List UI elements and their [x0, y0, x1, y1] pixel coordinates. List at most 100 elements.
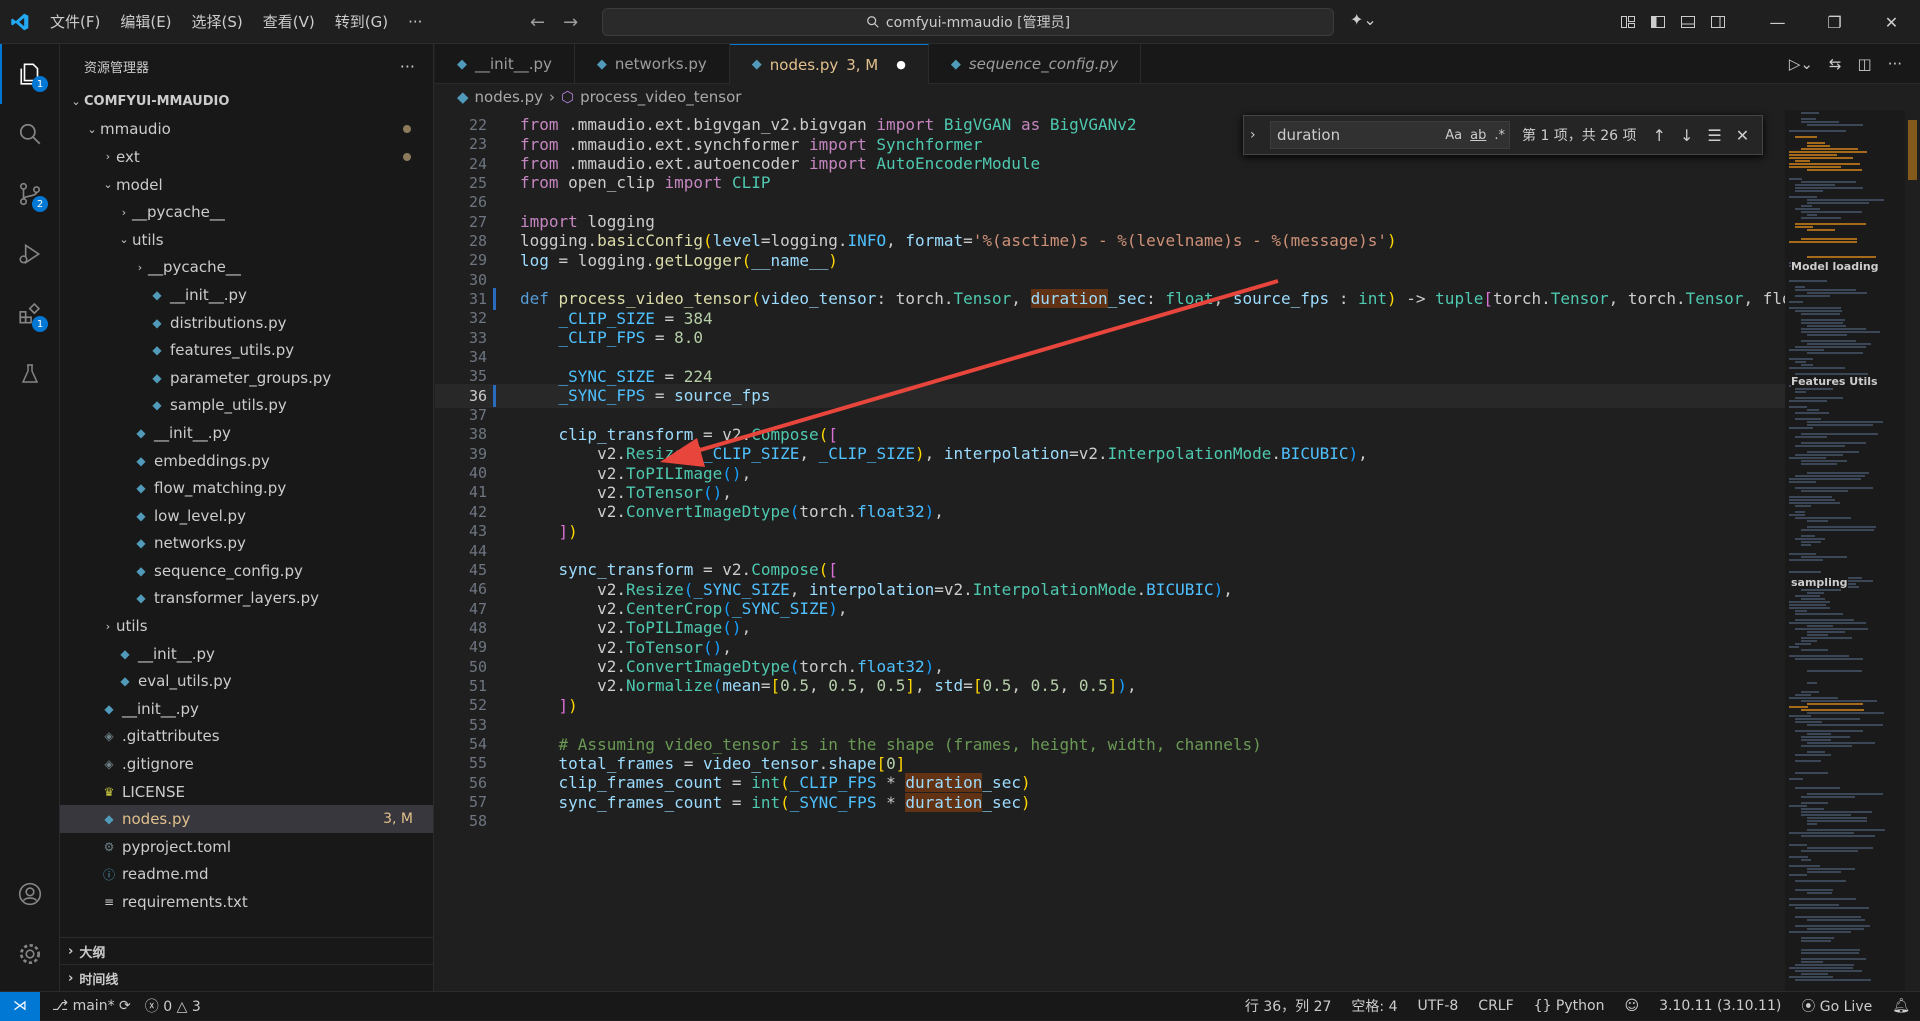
match-word-icon[interactable]: ab: [1470, 128, 1486, 143]
previous-match-icon[interactable]: ↑: [1653, 126, 1666, 145]
file-row[interactable]: ◆ sample_utils.py: [60, 392, 433, 420]
line-number: 39: [468, 444, 487, 463]
indentation[interactable]: 空格: 4: [1351, 996, 1397, 1016]
tab-sequenceconfigpy[interactable]: ◆ sequence_config.py: [929, 44, 1141, 84]
file-row[interactable]: ◆ distributions.py: [60, 309, 433, 337]
folder-row[interactable]: ⌄ utils: [60, 226, 433, 254]
folder-row[interactable]: › __pycache__: [60, 198, 433, 226]
timeline-section[interactable]: › 时间线: [60, 964, 434, 991]
copilot-status-icon[interactable]: ☺: [1624, 998, 1639, 1014]
run-debug-icon[interactable]: [0, 224, 60, 284]
folder-row[interactable]: › ext: [60, 143, 433, 171]
file-row[interactable]: ◆ __init__.py: [60, 419, 433, 447]
source-control-icon[interactable]: 2: [0, 164, 60, 224]
file-row[interactable]: ◆ embeddings.py: [60, 447, 433, 475]
file-row[interactable]: ◆ flow_matching.py: [60, 474, 433, 502]
python-interpreter[interactable]: 3.10.11 (3.10.11): [1659, 998, 1781, 1014]
file-row[interactable]: ♛ LICENSE: [60, 778, 433, 806]
compare-changes-icon[interactable]: ⇆: [1829, 55, 1842, 73]
minimap[interactable]: Model loading Features Utils sampling: [1785, 110, 1905, 991]
vertical-scrollbar[interactable]: [1905, 110, 1920, 991]
manage-gear-icon[interactable]: [0, 924, 60, 984]
folder-row[interactable]: › utils: [60, 612, 433, 640]
customize-layout-icon[interactable]: [1620, 14, 1636, 30]
file-row[interactable]: ◆ sequence_config.py: [60, 557, 433, 585]
file-row[interactable]: ⓘ readme.md: [60, 861, 433, 889]
file-row[interactable]: ◆ __init__.py: [60, 281, 433, 309]
explorer-icon[interactable]: 1: [0, 44, 60, 104]
chevron-down-icon: ⌄: [103, 178, 113, 192]
match-case-icon[interactable]: Aa: [1445, 128, 1462, 143]
search-activity-icon[interactable]: [0, 104, 60, 164]
close-window-icon[interactable]: ✕: [1863, 0, 1920, 44]
restore-icon[interactable]: ❐: [1806, 0, 1863, 44]
menu-item[interactable]: 编辑(E): [110, 0, 181, 44]
cursor-position[interactable]: 行 36，列 27: [1245, 996, 1332, 1016]
tab-nodespy[interactable]: ◆ nodes.py 3, M ●: [729, 44, 929, 84]
folder-row[interactable]: › __pycache__: [60, 254, 433, 282]
file-row[interactable]: ◈ .gitattributes: [60, 723, 433, 751]
menu-item[interactable]: 查看(V): [253, 0, 325, 44]
toggle-panel-icon[interactable]: [1680, 14, 1696, 30]
menu-item[interactable]: 文件(F): [40, 0, 110, 44]
folder-row[interactable]: ⌄ model: [60, 171, 433, 199]
split-editor-icon[interactable]: ◫: [1858, 55, 1872, 73]
more-actions-icon[interactable]: ···: [1888, 55, 1902, 73]
file-row[interactable]: ◆ features_utils.py: [60, 336, 433, 364]
menu-item[interactable]: 转到(G): [325, 0, 398, 44]
extensions-icon[interactable]: 1: [0, 284, 60, 344]
minimap-line: [1801, 637, 1852, 639]
file-row[interactable]: ◈ .gitignore: [60, 750, 433, 778]
file-row[interactable]: ◆ eval_utils.py: [60, 667, 433, 695]
folder-row[interactable]: ⌄ COMFYUI-MMAUDIO: [60, 88, 433, 116]
toggle-replace-icon[interactable]: ›: [1250, 127, 1256, 143]
language-mode[interactable]: {} Python: [1534, 998, 1605, 1014]
file-row[interactable]: ◆ transformer_layers.py: [60, 585, 433, 613]
find-in-selection-icon[interactable]: ☰: [1707, 126, 1721, 145]
file-row[interactable]: ◆ __init__.py: [60, 695, 433, 723]
minimap-line: [1795, 880, 1846, 882]
accounts-icon[interactable]: [0, 864, 60, 924]
file-row[interactable]: ◆ parameter_groups.py: [60, 364, 433, 392]
testing-icon[interactable]: [0, 344, 60, 404]
tab-networkspy[interactable]: ◆ networks.py: [575, 44, 730, 84]
minimap-line: [1795, 208, 1820, 210]
end-of-line[interactable]: CRLF: [1478, 998, 1513, 1014]
notifications-bell-icon[interactable]: 🔔︎: [1892, 998, 1910, 1014]
copilot-icon[interactable]: ✦⌄: [1350, 10, 1377, 29]
file-row[interactable]: ≡ requirements.txt: [60, 888, 433, 916]
minimize-icon[interactable]: —: [1749, 0, 1806, 44]
command-center[interactable]: comfyui-mmaudio [管理员]: [602, 8, 1334, 36]
toggle-secondary-sidebar-icon[interactable]: [1710, 14, 1726, 30]
file-row[interactable]: ◆ networks.py: [60, 530, 433, 558]
tree-item-label: features_utils.py: [170, 341, 295, 360]
problems-indicator[interactable]: ⓧ 0 △ 3: [145, 996, 201, 1016]
forward-arrow-icon[interactable]: →: [563, 12, 578, 33]
outline-section[interactable]: › 大纲: [60, 937, 434, 964]
toggle-sidebar-icon[interactable]: [1650, 14, 1666, 30]
regex-icon[interactable]: .*: [1494, 128, 1505, 143]
tab-initpy[interactable]: ◆ __init__.py: [435, 44, 575, 84]
encoding[interactable]: UTF-8: [1417, 998, 1458, 1014]
folder-row[interactable]: ⌄ mmaudio: [60, 116, 433, 144]
file-row[interactable]: ◆ nodes.py 3, M: [60, 805, 433, 834]
breadcrumb-file[interactable]: nodes.py: [475, 88, 543, 106]
close-find-icon[interactable]: ✕: [1736, 126, 1749, 145]
file-row[interactable]: ◆ low_level.py: [60, 502, 433, 530]
file-row[interactable]: ◆ __init__.py: [60, 640, 433, 668]
unsaved-dot-icon[interactable]: ●: [896, 58, 906, 71]
next-match-icon[interactable]: ↓: [1680, 126, 1693, 145]
back-arrow-icon[interactable]: ←: [530, 12, 545, 33]
go-live-button[interactable]: ⦿ Go Live: [1801, 996, 1872, 1016]
find-input[interactable]: duration Aa ab .*: [1270, 121, 1510, 149]
menu-more-icon[interactable]: ···: [398, 0, 432, 44]
branch-indicator[interactable]: ⎇ main* ⟳: [52, 998, 131, 1014]
line-number: 57: [468, 793, 487, 812]
explorer-more-icon[interactable]: ···: [400, 57, 415, 76]
menu-item[interactable]: 选择(S): [182, 0, 253, 44]
remote-icon[interactable]: ⋊: [0, 991, 40, 1021]
code-editor[interactable]: 58 57 sync_frames_count = int(_SYNC_FPS *…: [435, 110, 1785, 991]
breadcrumb-symbol[interactable]: process_video_tensor: [580, 88, 741, 106]
run-file-icon[interactable]: ▷⌄: [1789, 55, 1813, 73]
file-row[interactable]: ⚙ pyproject.toml: [60, 833, 433, 861]
